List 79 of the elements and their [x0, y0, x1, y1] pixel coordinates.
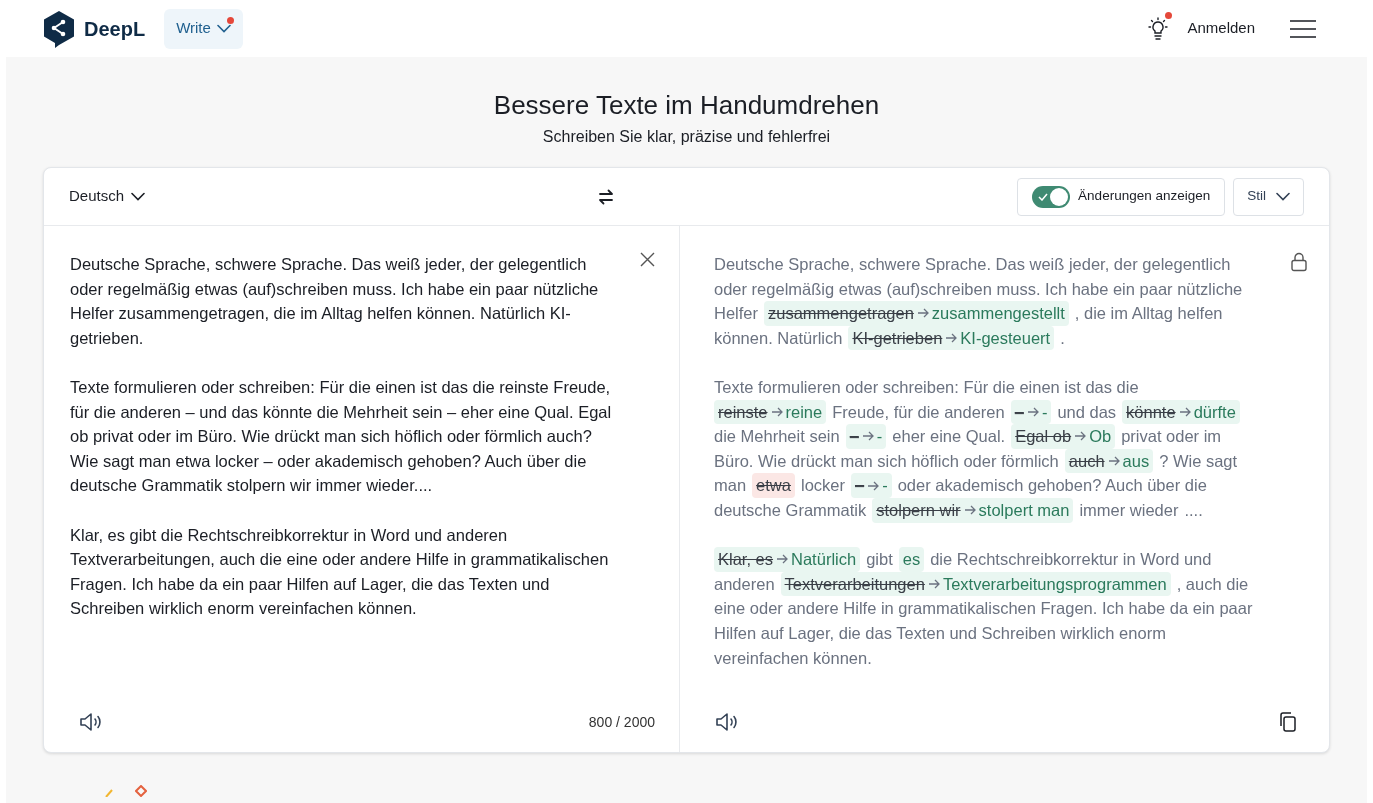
style-dropdown[interactable]: Stil — [1233, 177, 1304, 216]
page-subtitle: Schreiben Sie klar, präzise und fehlerfrei — [541, 127, 832, 147]
mode-dropdown[interactable]: Write — [164, 8, 243, 49]
source-paragraph: Deutsche Sprache, schwere Sprache. Das weiß jeder, der gelegentlich oder regelmäßig etwas (auf)schreiben muss. Ich habe ein paar nützliche Helfer zusammengetragen, die im Alltag helfen können. Natürlich KI-getrieben. — [70, 254, 600, 349]
suggestion-chip[interactable]: auch aus — [1064, 448, 1154, 474]
result-text: die Mehrheit sein — [714, 426, 840, 448]
result-text: eher eine Qual. — [892, 426, 1006, 448]
character-counter: 800 / 2000 — [588, 712, 655, 732]
arrow-right-icon — [945, 333, 958, 344]
swap-icon[interactable] — [598, 187, 615, 206]
result-text: können. Natürlich — [714, 327, 843, 349]
result-text: ? Wie sagt — [1159, 450, 1238, 472]
source-paragraph: Texte formulieren oder schreiben: Für die einen ist das die reinste Freude, für die anderen – und das könnte die Mehrheit sein – eher eine Qual. Egal ob privat oder im Büro. Wie drückt man sich höflich oder förmlich auch? Wie sagt man etwa locker – oder akademisch gehoben? Auch über die deutsche Grammatik stolpern wir immer wieder.... — [70, 376, 613, 497]
result-text: die Rechtschreibkorrektur in Word und — [930, 549, 1212, 571]
result-text: eine oder andere Hilfe in grammatikalischen Fragen. Ich habe da ein paar — [714, 598, 1253, 620]
result-text: Hilfen auf Lager, die das Texten und Schreiben wirklich enorm — [714, 622, 1166, 644]
suggestion-chip[interactable]: Textverarbeitungen Textverarbeitungsprogrammen — [780, 571, 1171, 597]
result-text: vereinfachen können. — [714, 647, 872, 669]
result-text: immer wieder — [1079, 499, 1179, 521]
login-link[interactable]: Anmelden — [1187, 17, 1255, 40]
brand-name: DeepL — [84, 16, 146, 42]
diamond-icon — [135, 785, 147, 797]
suggestion-chip[interactable]: – - — [1010, 399, 1052, 425]
arrow-right-icon — [1074, 431, 1087, 442]
arrow-right-icon — [776, 554, 789, 565]
chevron-down-icon — [216, 24, 231, 33]
insertion-chip[interactable]: es — [898, 547, 925, 572]
arrow-right-icon — [770, 406, 783, 417]
suggestion-chip[interactable]: KI-getrieben KI-gesteuert — [848, 325, 1055, 351]
suggestion-chip[interactable]: stolpern wir stolpert man — [872, 497, 1074, 523]
suggestion-chip[interactable]: reinste reine — [714, 399, 827, 425]
result-text: Texte formulieren oder schreiben: Für die einen ist das die — [714, 376, 1139, 398]
arrow-right-icon — [1026, 406, 1039, 417]
deletion-chip[interactable]: etwa — [752, 473, 795, 498]
arrow-right-icon — [1107, 456, 1120, 467]
copy-icon[interactable] — [1279, 712, 1297, 732]
suggestion-chip[interactable]: – - — [851, 473, 892, 498]
suggestion-chip[interactable]: zusammengetragen zusammengestellt — [764, 301, 1069, 326]
page-title: Bessere Texte im Handumdrehen — [492, 89, 881, 121]
speaker-icon[interactable] — [78, 710, 104, 734]
arrow-right-icon — [963, 505, 976, 516]
arrow-right-icon — [916, 308, 929, 319]
result-text: oder akademisch gehoben? Auch über die — [897, 475, 1207, 497]
result-text: Büro. Wie drückt man sich höflich oder förmlich — [714, 450, 1059, 472]
result-text: .... — [1184, 499, 1203, 521]
chevron-down-icon — [1276, 192, 1290, 201]
result-text: anderen — [714, 573, 775, 595]
result-text: , die im Alltag helfen — [1074, 303, 1223, 325]
switch-icon — [1032, 185, 1071, 208]
slash-icon — [105, 789, 113, 797]
suggestion-chip[interactable]: – - — [845, 424, 887, 449]
result-text: , auch die — [1176, 573, 1249, 595]
result-text: . — [1060, 327, 1065, 349]
source-paragraph: Klar, es gibt die Rechtschreibkorrektur in Word und anderen Textverarbeitungen, auch die eine oder andere Hilfe in grammatikalischen Fragen. Ich habe da ein paar Hilfen auf Lager, die das Texten und Schreiben wirklich enorm vereinfachen können. — [70, 524, 610, 620]
result-text: privat oder im — [1121, 426, 1222, 448]
result-text: man — [714, 475, 747, 497]
logo-icon[interactable] — [42, 9, 76, 48]
close-icon[interactable] — [640, 252, 655, 267]
suggestion-chip[interactable]: Klar, es Natürlich — [714, 547, 861, 572]
result-text: und das — [1057, 401, 1117, 423]
chevron-down-icon — [131, 192, 146, 201]
arrow-right-icon — [867, 480, 880, 491]
result-text: oder regelmäßig etwas (auf)schreiben muss. Ich habe ein paar nützliche — [714, 278, 1243, 300]
result-text: Freude, für die anderen — [832, 401, 1005, 423]
result-text: gibt — [866, 549, 893, 571]
show-changes-toggle[interactable]: Änderungen anzeigen — [1017, 177, 1226, 216]
language-dropdown[interactable]: Deutsch — [69, 185, 146, 208]
arrow-right-icon — [927, 579, 940, 589]
speaker-icon[interactable] — [714, 710, 740, 734]
result-text: deutsche Grammatik — [714, 499, 867, 521]
menu-icon[interactable] — [1289, 18, 1317, 39]
result-text: locker — [800, 475, 845, 497]
lock-icon — [1291, 252, 1307, 272]
result-text: Deutsche Sprache, schwere Sprache. Das weiß jeder, der gelegentlich — [714, 254, 1231, 275]
result-text: Helfer — [714, 303, 758, 325]
suggestion-chip[interactable]: Egal ob Ob — [1011, 424, 1116, 449]
arrow-right-icon — [1178, 406, 1191, 417]
suggestion-chip[interactable]: könnte dürfte — [1122, 399, 1240, 425]
arrow-right-icon — [861, 431, 874, 442]
